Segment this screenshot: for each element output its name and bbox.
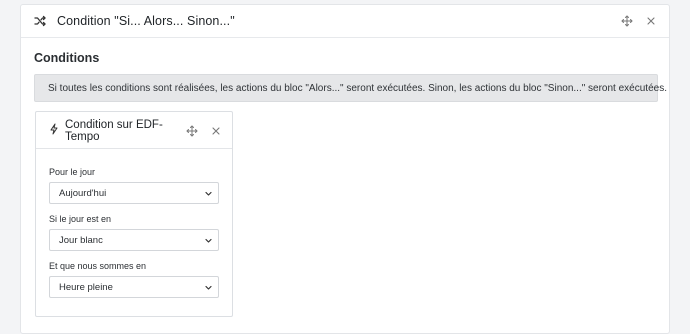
move-icon[interactable] — [186, 125, 198, 137]
day-select-value: Aujourd'hui — [59, 187, 107, 199]
shuffle-icon — [33, 14, 47, 28]
chevron-down-icon — [205, 190, 212, 197]
bolt-icon — [49, 123, 59, 135]
day-color-select-value: Jour blanc — [59, 234, 103, 246]
conditions-title: Conditions — [34, 51, 100, 65]
close-icon[interactable] — [210, 125, 222, 137]
day-label: Pour le jour — [49, 167, 96, 177]
card-title: Condition sur EDF-Tempo — [65, 119, 163, 143]
chevron-down-icon — [205, 237, 212, 244]
condition-block-header: Condition "Si... Alors... Sinon..." — [21, 5, 669, 38]
conditions-info: Si toutes les conditions sont réalisées,… — [34, 74, 667, 102]
condition-block: Condition "Si... Alors... Sinon..." Cond… — [20, 4, 670, 334]
move-icon[interactable] — [621, 15, 633, 27]
day-color-select[interactable]: Jour blanc — [49, 229, 219, 251]
hour-type-select-value: Heure pleine — [59, 281, 113, 293]
hour-type-select[interactable]: Heure pleine — [49, 276, 219, 298]
condition-block-title: Condition "Si... Alors... Sinon..." — [57, 14, 235, 28]
card-header: Condition sur EDF-Tempo — [36, 112, 232, 149]
day-color-label: Si le jour est en — [49, 214, 112, 224]
hour-type-label: Et que nous sommes en — [49, 261, 147, 271]
day-select[interactable]: Aujourd'hui — [49, 182, 219, 204]
chevron-down-icon — [205, 284, 212, 291]
edf-tempo-condition-card: Condition sur EDF-Tempo Pour le jour Auj… — [35, 111, 233, 317]
close-icon[interactable] — [645, 15, 657, 27]
